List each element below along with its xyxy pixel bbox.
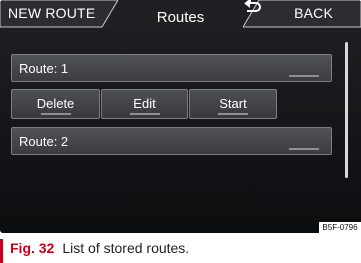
- top-bar: NEW ROUTE Routes BACK: [0, 0, 361, 38]
- infotainment-screen: NEW ROUTE Routes BACK Route: 1 Delete Ed…: [0, 0, 361, 233]
- delete-indicator: [40, 113, 71, 115]
- back-button[interactable]: BACK: [243, 0, 361, 28]
- route-label: Route: 2: [19, 134, 69, 149]
- caption-accent-bar: [0, 239, 3, 263]
- route-indicator: [289, 75, 319, 77]
- image-code: B5F-0796: [319, 222, 361, 233]
- start-label: Start: [219, 96, 247, 111]
- edit-indicator: [129, 113, 160, 115]
- start-button[interactable]: Start: [189, 89, 277, 119]
- edit-label: Edit: [133, 96, 156, 111]
- edit-button[interactable]: Edit: [101, 89, 188, 119]
- route-label: Route: 1: [19, 61, 69, 76]
- delete-button[interactable]: Delete: [11, 89, 100, 119]
- figure-caption: Fig. 32 List of stored routes.: [10, 240, 189, 256]
- delete-label: Delete: [36, 96, 75, 111]
- route-indicator: [289, 148, 319, 150]
- back-label: BACK: [294, 5, 333, 21]
- caption-text: List of stored routes.: [62, 240, 190, 256]
- route-item-1[interactable]: Route: 1: [11, 54, 332, 82]
- scrollbar[interactable]: [345, 42, 348, 178]
- route-item-2[interactable]: Route: 2: [11, 127, 332, 155]
- start-indicator: [218, 113, 248, 115]
- figure-number: Fig. 32: [10, 240, 55, 256]
- return-arrow-icon: [244, 0, 261, 12]
